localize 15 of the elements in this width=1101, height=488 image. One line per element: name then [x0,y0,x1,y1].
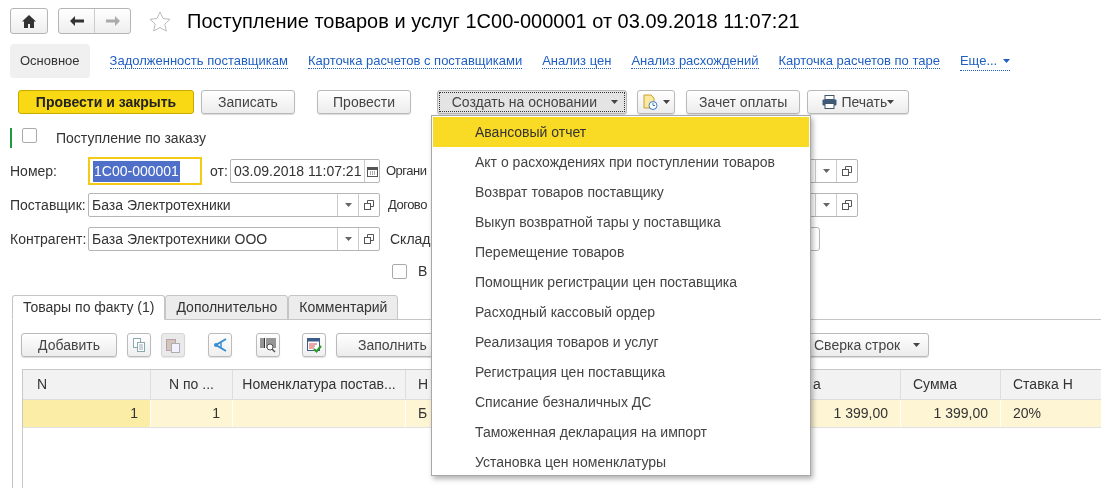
field-label: Поставщик: [10,195,87,215]
field-label: Контрагент: [10,229,88,249]
field-label: от: [210,161,229,181]
checkbox-label: В [418,261,428,281]
field-label: Номер: [10,161,58,181]
table-cell: 20% [1001,400,1101,427]
table-cell: 1 [151,400,233,427]
table-cell: 1 399,00 [901,400,1001,427]
field-value: 1C00-000001 [93,160,180,182]
field-label: Органи [386,162,427,181]
table-cell: 1 [23,400,151,427]
field-label: Догово [388,196,427,215]
field-label: Склад: [390,229,435,249]
window-title: Поступление товаров и услуг 1C00-000001 от 03.09.2018 11:07:21 [187,9,800,34]
checkbox-label: Поступление по заказу [56,128,206,148]
